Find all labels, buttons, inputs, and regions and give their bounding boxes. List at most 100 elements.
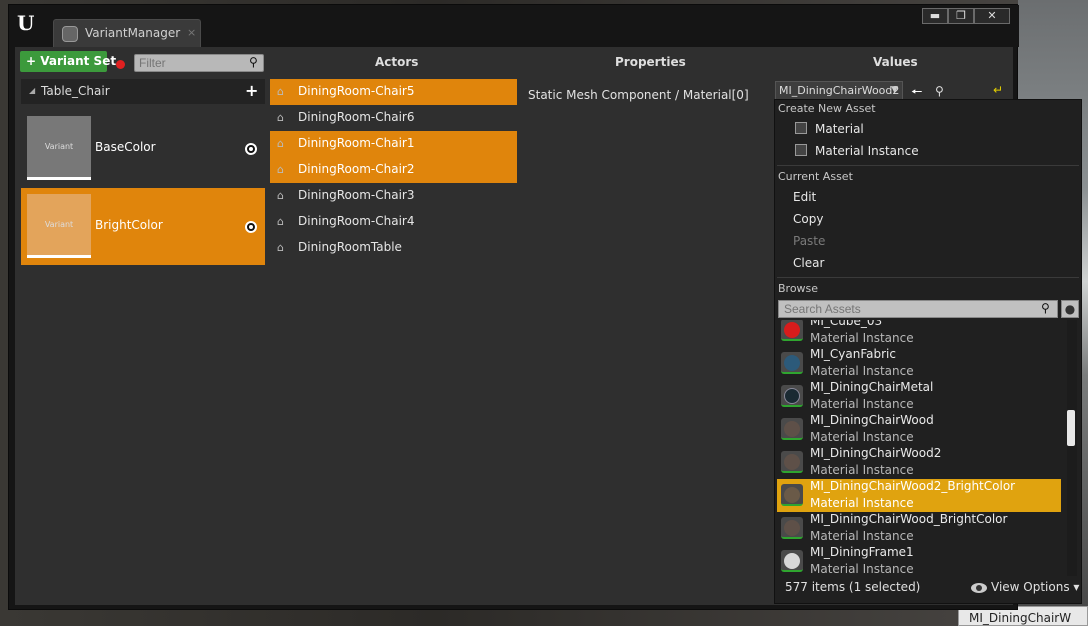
scrollbar-thumb[interactable] bbox=[1067, 410, 1075, 446]
variant-set-name: Table_Chair bbox=[41, 84, 110, 98]
asset-name: MI_DiningFrame1 bbox=[810, 545, 914, 559]
asset-name: MI_DiningChairMetal bbox=[810, 380, 934, 394]
material-thumbnail-icon bbox=[781, 352, 803, 374]
menu-item-copy[interactable]: Copy bbox=[775, 208, 1081, 230]
asset-name: MI_DiningChairWood bbox=[810, 413, 934, 427]
window-controls: ▬ ❐ ✕ bbox=[922, 8, 1010, 24]
asset-name: MI_Cube_03 bbox=[810, 320, 883, 328]
actor-row[interactable]: ⌂ DiningRoom-Chair3 bbox=[270, 183, 517, 209]
property-label[interactable]: Static Mesh Component / Material[0] bbox=[528, 88, 749, 102]
variant-brightcolor[interactable]: Variant BrightColor bbox=[21, 188, 265, 265]
value-combo-text: MI_DiningChairWood2 bbox=[779, 84, 900, 97]
asset-item[interactable]: MI_Cube_03 Material Instance bbox=[777, 320, 1061, 347]
actor-icon: ⌂ bbox=[277, 189, 284, 202]
actor-row[interactable]: ⌂ DiningRoomTable bbox=[270, 235, 517, 261]
material-thumbnail-icon bbox=[781, 320, 803, 341]
asset-list-scrollbar[interactable] bbox=[1067, 320, 1077, 576]
menu-item-paste[interactable]: Paste bbox=[775, 230, 1081, 252]
actor-label: DiningRoom-Chair5 bbox=[298, 84, 415, 98]
actors-header: Actors bbox=[375, 55, 419, 69]
variant-basecolor[interactable]: Variant BaseColor bbox=[21, 110, 265, 187]
search-icon: ⚲ bbox=[249, 55, 258, 69]
browse-heading: Browse bbox=[778, 282, 819, 295]
asset-count: 577 items (1 selected) bbox=[785, 580, 921, 594]
menu-item-edit[interactable]: Edit bbox=[775, 186, 1081, 208]
asset-item[interactable]: MI_DiningChairMetal Material Instance bbox=[777, 380, 1061, 413]
actor-icon: ⌂ bbox=[277, 241, 284, 254]
asset-item[interactable]: MI_DiningChairWood Material Instance bbox=[777, 413, 1061, 446]
view-options-button[interactable]: View Options ▾ bbox=[971, 580, 1079, 594]
asset-picker-menu: Create New Asset Material Material Insta… bbox=[774, 99, 1082, 604]
asset-type: Material Instance bbox=[810, 496, 914, 510]
material-thumbnail-icon bbox=[781, 517, 803, 539]
variant-label: BrightColor bbox=[95, 218, 163, 232]
actor-row[interactable]: ⌂ DiningRoom-Chair2 bbox=[270, 157, 517, 183]
asset-type: Material Instance bbox=[810, 397, 914, 411]
variant-set-row[interactable]: ◢ Table_Chair + bbox=[21, 79, 265, 104]
actor-icon: ⌂ bbox=[277, 137, 284, 150]
add-variant-set-button[interactable]: + Variant Set bbox=[20, 51, 116, 72]
user-filter-icon[interactable]: ● bbox=[1061, 300, 1079, 318]
actor-row[interactable]: ⌂ DiningRoom-Chair6 bbox=[270, 105, 517, 131]
filter-input[interactable] bbox=[134, 54, 264, 72]
search-assets-input[interactable] bbox=[778, 300, 1058, 318]
tab-variant-manager[interactable]: VariantManager × bbox=[53, 19, 201, 47]
close-button[interactable]: ✕ bbox=[974, 8, 1010, 24]
values-header: Values bbox=[873, 55, 918, 69]
material-thumbnail-icon bbox=[781, 484, 803, 506]
search-icon: ⚲ bbox=[1041, 301, 1050, 315]
tab-close-icon[interactable]: × bbox=[187, 26, 196, 39]
actor-icon: ⌂ bbox=[277, 163, 284, 176]
activate-variant-radio[interactable] bbox=[245, 143, 257, 155]
eye-icon bbox=[971, 582, 987, 593]
asset-item[interactable]: MI_DiningChairWood_BrightColor Material … bbox=[777, 512, 1061, 545]
tab-label: VariantManager bbox=[85, 26, 181, 40]
menu-item-label: Clear bbox=[793, 256, 825, 270]
record-icon[interactable] bbox=[116, 60, 125, 69]
asset-type: Material Instance bbox=[810, 529, 914, 543]
asset-type: Material Instance bbox=[810, 331, 914, 345]
material-icon bbox=[795, 122, 807, 134]
titlebar: U VariantManager × ▬ ❐ ✕ bbox=[9, 5, 1019, 47]
actor-icon: ⌂ bbox=[277, 111, 284, 124]
actor-row[interactable]: ⌂ DiningRoom-Chair4 bbox=[270, 209, 517, 235]
menu-divider bbox=[777, 277, 1079, 278]
chevron-down-icon: ▾ bbox=[1073, 580, 1080, 594]
menu-item-label: Material Instance bbox=[815, 144, 919, 158]
unreal-logo-icon: U bbox=[17, 11, 35, 35]
menu-item-material[interactable]: Material bbox=[775, 118, 1081, 140]
menu-item-material-instance[interactable]: Material Instance bbox=[775, 140, 1081, 162]
actor-label: DiningRoomTable bbox=[298, 240, 402, 254]
material-thumbnail-icon bbox=[781, 418, 803, 440]
maximize-button[interactable]: ❐ bbox=[948, 8, 974, 24]
asset-item[interactable]: MI_CyanFabric Material Instance bbox=[777, 347, 1061, 380]
menu-item-label: Edit bbox=[793, 190, 817, 204]
asset-list: MI_Cube_03 Material Instance MI_CyanFabr… bbox=[777, 320, 1067, 576]
asset-item[interactable]: MI_DiningFrame1 Material Instance bbox=[777, 545, 1061, 576]
actor-row[interactable]: ⌂ DiningRoom-Chair1 bbox=[270, 131, 517, 157]
add-variant-button[interactable]: + bbox=[245, 81, 258, 100]
thumbnail-text: Variant bbox=[44, 142, 74, 151]
minimize-button[interactable]: ▬ bbox=[922, 8, 948, 24]
actor-label: DiningRoom-Chair4 bbox=[298, 214, 415, 228]
menu-item-clear[interactable]: Clear bbox=[775, 252, 1081, 274]
variant-manager-icon bbox=[62, 26, 78, 42]
reset-to-default-icon[interactable]: ↵ bbox=[993, 83, 1003, 97]
activate-variant-radio[interactable] bbox=[245, 221, 257, 233]
asset-type: Material Instance bbox=[810, 463, 914, 477]
actor-icon: ⌂ bbox=[277, 215, 284, 228]
browse-search-icon[interactable]: ⚲ bbox=[935, 84, 944, 98]
asset-name: MI_CyanFabric bbox=[810, 347, 896, 361]
view-options-label: View Options bbox=[991, 580, 1070, 594]
asset-type: Material Instance bbox=[810, 364, 914, 378]
menu-item-label: Copy bbox=[793, 212, 824, 226]
actor-row[interactable]: ⌂ DiningRoom-Chair5 bbox=[270, 79, 517, 105]
menu-divider bbox=[777, 165, 1079, 166]
actor-label: DiningRoom-Chair3 bbox=[298, 188, 415, 202]
asset-item[interactable]: MI_DiningChairWood2_BrightColor Material… bbox=[777, 479, 1061, 512]
collapse-arrow-icon[interactable]: ◢ bbox=[29, 86, 35, 95]
material-thumbnail-icon bbox=[781, 550, 803, 572]
actor-icon: ⌂ bbox=[277, 85, 284, 98]
asset-item[interactable]: MI_DiningChairWood2 Material Instance bbox=[777, 446, 1061, 479]
material-value-combo[interactable]: MI_DiningChairWood2 ▼ bbox=[775, 81, 903, 101]
